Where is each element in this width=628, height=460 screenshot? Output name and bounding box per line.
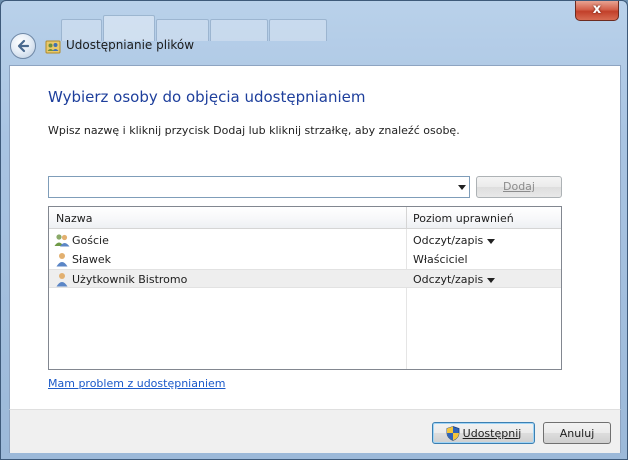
permission-dropdown[interactable]: Odczyt/zapis	[413, 234, 483, 247]
background-tab	[209, 19, 268, 41]
chevron-down-icon[interactable]	[487, 278, 495, 283]
file-sharing-icon	[45, 40, 61, 54]
permission-dropdown[interactable]: Odczyt/zapis	[413, 273, 483, 286]
header-divider[interactable]	[406, 207, 407, 229]
cancel-button[interactable]: Anuluj	[543, 422, 611, 444]
list-header: Nazwa Poziom uprawnień	[49, 207, 561, 229]
dialog-footer: Udostępnij Anuluj	[9, 409, 621, 453]
list-row-uzytkownik-bistromo[interactable]: Użytkownik Bistromo Odczyt/zapis	[49, 269, 561, 288]
name-combobox[interactable]	[48, 176, 470, 198]
column-header-permission[interactable]: Poziom uprawnień	[413, 212, 514, 225]
add-button[interactable]: Dodaj	[476, 176, 562, 198]
dialog-content: Wybierz osoby do objęcia udostępnianiem …	[9, 65, 621, 409]
column-header-name[interactable]: Nazwa	[56, 212, 92, 225]
background-tab	[268, 19, 327, 41]
uac-shield-icon	[446, 425, 460, 441]
back-button[interactable]	[10, 33, 36, 59]
people-list[interactable]: Nazwa Poziom uprawnień Goście Odczyt/zap…	[48, 206, 562, 370]
share-button[interactable]: Udostępnij	[432, 422, 535, 444]
row-name: Użytkownik Bistromo	[72, 273, 188, 286]
list-row-goscie[interactable]: Goście Odczyt/zapis	[49, 231, 561, 250]
name-input[interactable]	[49, 177, 449, 197]
user-icon	[56, 253, 68, 267]
row-name: Goście	[72, 234, 109, 247]
close-button[interactable]: x	[575, 1, 619, 21]
help-link[interactable]: Mam problem z udostępnianiem	[48, 377, 225, 390]
user-icon	[56, 273, 68, 287]
page-title: Wybierz osoby do objęcia udostępnianiem	[48, 88, 366, 106]
chevron-down-icon[interactable]	[487, 239, 495, 244]
share-button-label: Udostępnij	[462, 426, 522, 440]
window-title: Udostępnianie plików	[66, 38, 195, 52]
dialog-window: x Udostępnianie plików Wybierz osoby do …	[0, 0, 628, 460]
group-users-icon	[54, 234, 70, 247]
row-name: Sławek	[72, 253, 111, 266]
list-row-slawek[interactable]: Sławek Właściciel	[49, 250, 561, 269]
back-arrow-icon	[17, 39, 30, 53]
permission-text: Właściciel	[413, 253, 468, 266]
dropdown-arrow-icon[interactable]	[458, 185, 466, 190]
close-icon: x	[592, 2, 602, 17]
cancel-button-label: Anuluj	[559, 426, 595, 440]
instruction-text: Wpisz nazwę i kliknij przycisk Dodaj lub…	[48, 124, 460, 137]
